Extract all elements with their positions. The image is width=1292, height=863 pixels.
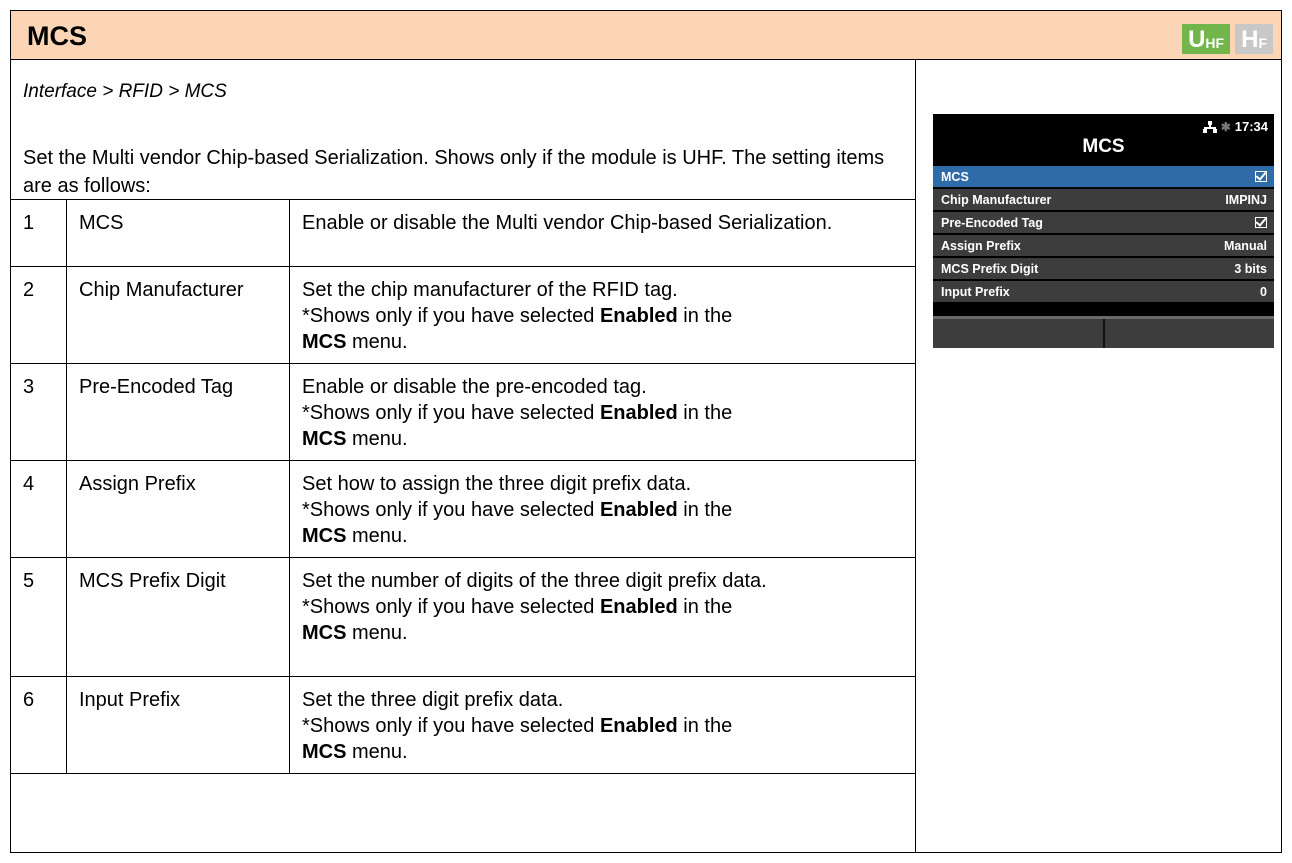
- enabled-note: *Shows only if you have selected Enabled…: [302, 305, 733, 353]
- item-description: Set the chip manufacturer of the RFID ta…: [289, 266, 916, 364]
- enabled-note: *Shows only if you have selected Enabled…: [302, 715, 733, 763]
- table-row: 5 MCS Prefix Digit Set the number of dig…: [10, 557, 916, 677]
- checkbox-checked-icon: [1255, 217, 1267, 228]
- status-bar: ✱ 17:34: [1202, 119, 1268, 134]
- item-description: Enable or disable the Multi vendor Chip-…: [289, 199, 916, 267]
- uhf-badge: U HF: [1182, 24, 1231, 54]
- menu-item-pre-encoded-tag[interactable]: Pre-Encoded Tag: [933, 212, 1274, 233]
- network-icon: [1202, 120, 1217, 133]
- section-content: Interface > RFID > MCS Set the Multi ven…: [10, 59, 1282, 853]
- item-number: 1: [10, 199, 67, 267]
- text-column: Interface > RFID > MCS Set the Multi ven…: [10, 59, 916, 852]
- table-row: 6 Input Prefix Set the three digit prefi…: [10, 676, 916, 774]
- bluetooth-icon: ✱: [1220, 119, 1231, 134]
- item-description: Enable or disable the pre-encoded tag. *S…: [289, 363, 916, 461]
- screen-menu: MCS Chip Manufacturer IMPINJ Pre-Encoded…: [933, 166, 1274, 304]
- clock: 17:34: [1234, 119, 1268, 134]
- menu-item-mcs[interactable]: MCS: [933, 166, 1274, 187]
- menu-item-assign-prefix[interactable]: Assign Prefix Manual: [933, 235, 1274, 256]
- section-title: MCS: [27, 21, 87, 51]
- item-name: Assign Prefix: [66, 460, 290, 558]
- softkey-divider: [1103, 319, 1105, 348]
- screen-title: MCS: [1082, 136, 1125, 157]
- table-row: 1 MCS Enable or disable the Multi vendor…: [10, 199, 916, 267]
- section-header: MCS U HF HF: [10, 10, 1282, 60]
- menu-item-chip-manufacturer[interactable]: Chip Manufacturer IMPINJ: [933, 189, 1274, 210]
- printer-screen: ✱ 17:34 MCS MCS Chip Manufacturer IMPINJ…: [933, 114, 1274, 348]
- item-name: Input Prefix: [66, 676, 290, 774]
- softkey-bar: [933, 316, 1274, 348]
- item-number: 6: [10, 676, 67, 774]
- item-number: 5: [10, 557, 67, 677]
- menu-item-mcs-prefix-digit[interactable]: MCS Prefix Digit 3 bits: [933, 258, 1274, 279]
- enabled-note: *Shows only if you have selected Enabled…: [302, 402, 733, 450]
- manual-page: MCS U HF HF Interface > RFID > MCS Set th…: [0, 0, 1292, 863]
- item-number: 3: [10, 363, 67, 461]
- item-description: Set the number of digits of the three di…: [289, 557, 916, 677]
- item-name: MCS: [66, 199, 290, 267]
- item-name: Pre-Encoded Tag: [66, 363, 290, 461]
- item-description: Set the three digit prefix data. *Shows o…: [289, 676, 916, 774]
- enabled-note: *Shows only if you have selected Enabled…: [302, 499, 733, 547]
- table-row: 4 Assign Prefix Set how to assign the th…: [10, 460, 916, 558]
- hf-badge: HF: [1235, 24, 1273, 54]
- item-name: Chip Manufacturer: [66, 266, 290, 364]
- table-row: 3 Pre-Encoded Tag Enable or disable the …: [10, 363, 916, 461]
- checkbox-checked-icon: [1255, 171, 1267, 182]
- enabled-note: *Shows only if you have selected Enabled…: [302, 596, 733, 644]
- menu-item-input-prefix[interactable]: Input Prefix 0: [933, 281, 1274, 302]
- module-badges: U HF HF: [1182, 24, 1273, 54]
- item-number: 4: [10, 460, 67, 558]
- breadcrumb: Interface > RFID > MCS: [23, 81, 227, 102]
- settings-table: 1 MCS Enable or disable the Multi vendor…: [10, 199, 916, 774]
- item-name: MCS Prefix Digit: [66, 557, 290, 677]
- intro-text: Set the Multi vendor Chip-based Serializ…: [23, 147, 885, 197]
- table-row: 2 Chip Manufacturer Set the chip manufac…: [10, 266, 916, 364]
- item-description: Set how to assign the three digit prefix…: [289, 460, 916, 558]
- item-number: 2: [10, 266, 67, 364]
